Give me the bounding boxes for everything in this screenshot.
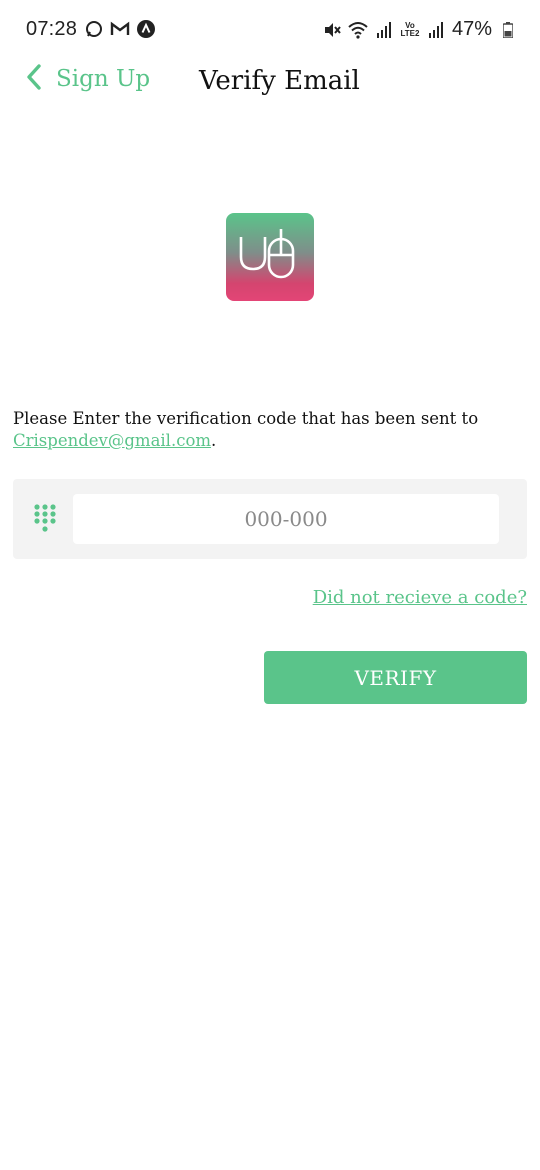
instruction-message: Please Enter the verification code that … xyxy=(13,409,479,428)
battery-percent: 47% xyxy=(451,18,492,40)
header: Sign Up Verify Email xyxy=(0,60,540,108)
instruction-suffix: . xyxy=(211,431,217,450)
lte-icon: Vo LTE2 xyxy=(400,20,420,38)
code-field-container xyxy=(13,479,527,559)
email-link[interactable]: Crispendev@gmail.com xyxy=(13,431,211,450)
system-icons: Vo LTE2 47% xyxy=(322,18,518,41)
status-bar: 07:28 Vo LTE2 47% xyxy=(0,0,540,60)
wifi-icon xyxy=(348,20,368,40)
resend-code-link[interactable]: Did not recieve a code? xyxy=(313,587,527,608)
page-title: Verify Email xyxy=(199,66,360,96)
verification-code-input[interactable] xyxy=(73,494,499,544)
app-logo-icon xyxy=(235,225,305,289)
notification-icons xyxy=(84,19,156,39)
mute-icon xyxy=(322,20,342,40)
signal-icon xyxy=(374,20,394,40)
chevron-left-icon xyxy=(26,64,42,94)
instruction-text: Please Enter the verification code that … xyxy=(13,408,528,452)
whatsapp-icon xyxy=(84,19,104,39)
battery-icon xyxy=(498,20,518,40)
app-icon xyxy=(136,19,156,39)
gmail-icon xyxy=(110,19,130,39)
app-logo xyxy=(226,213,314,301)
signal-icon-2 xyxy=(426,20,446,40)
back-button[interactable]: Sign Up xyxy=(26,64,150,94)
dialpad-icon xyxy=(33,503,57,535)
verify-button[interactable]: VERIFY xyxy=(264,651,527,704)
status-time: 07:28 xyxy=(26,18,78,40)
back-label: Sign Up xyxy=(56,66,151,92)
